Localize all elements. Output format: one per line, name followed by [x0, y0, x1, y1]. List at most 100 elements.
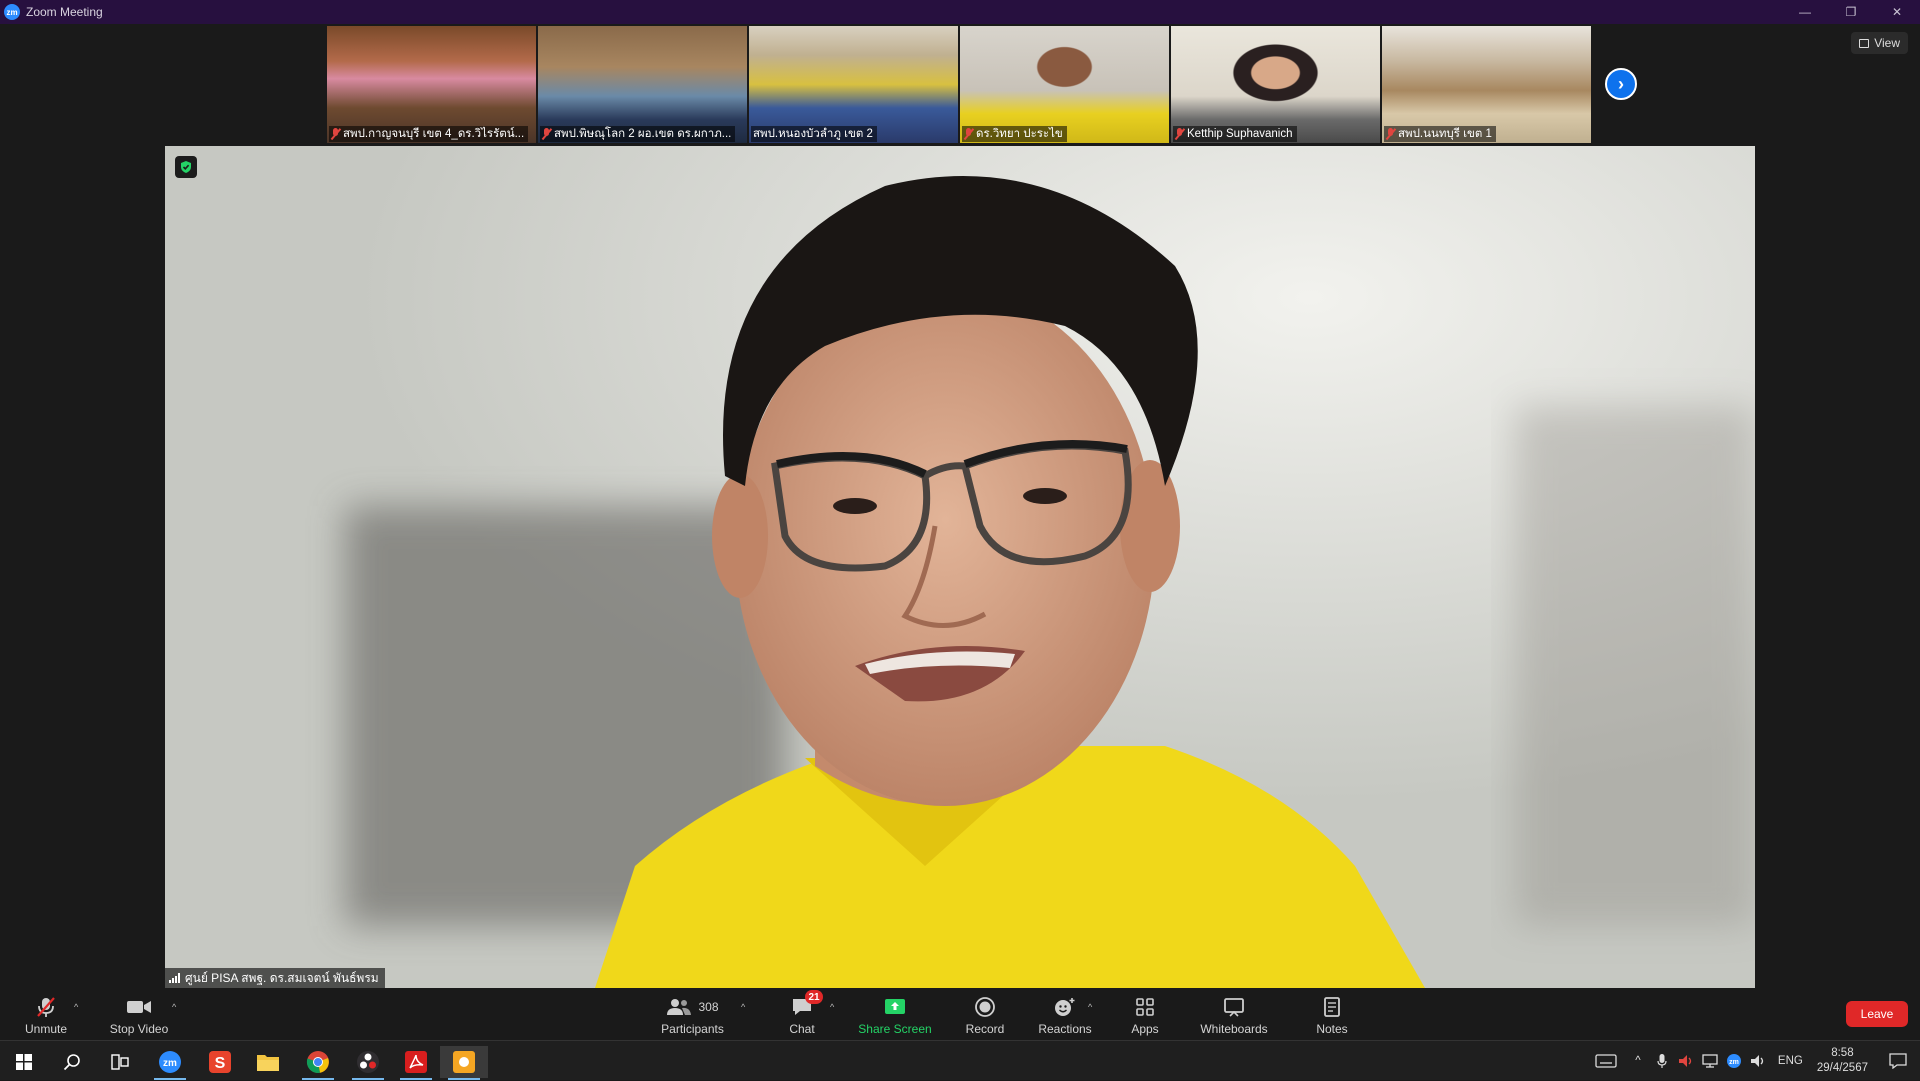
chat-unread-badge: 21: [805, 990, 823, 1004]
participant-name: สพป.นนทบุรี เขต 1: [1398, 128, 1492, 140]
reactions-button[interactable]: Reactions: [1035, 990, 1095, 1040]
record-button[interactable]: Record: [960, 990, 1010, 1040]
chat-options-caret-icon[interactable]: ^: [830, 1002, 834, 1012]
reactions-options-caret-icon[interactable]: ^: [1088, 1002, 1092, 1012]
zoom-logo-icon: zm: [4, 4, 20, 20]
participant-name-tag: สพป.นนทบุรี เขต 1: [1384, 126, 1496, 142]
smiley-plus-icon: [1053, 996, 1077, 1018]
video-camera-icon: [126, 996, 152, 1018]
view-button[interactable]: View: [1851, 32, 1908, 54]
window-controls: — ❐ ✕: [1782, 0, 1920, 24]
active-speaker-video: ศูนย์ PISA สพฐ. ดร.สมเจตน์ พันธ์พรม: [165, 146, 1755, 988]
network-icon[interactable]: [1698, 1041, 1722, 1081]
minimize-button[interactable]: —: [1782, 0, 1828, 24]
task-view-icon[interactable]: [96, 1046, 144, 1078]
chevron-up-icon[interactable]: ^: [1626, 1041, 1650, 1081]
apps-button[interactable]: Apps: [1125, 990, 1165, 1040]
whiteboards-label: Whiteboards: [1200, 1022, 1268, 1036]
meeting-toolbar: Unmute ^ Stop Video ^ 308 Participants ^…: [0, 990, 1920, 1040]
participant-name: สพป.พิษณุโลก 2 ผอ.เขต ดร.ผกาภ...: [554, 128, 732, 140]
acrobat-taskbar-icon[interactable]: [392, 1046, 440, 1080]
whiteboards-button[interactable]: Whiteboards: [1195, 990, 1273, 1040]
mic-muted-icon: [35, 996, 57, 1018]
record-label: Record: [965, 1022, 1005, 1036]
input-language-indicator[interactable]: ENG: [1778, 1055, 1803, 1067]
share-screen-button[interactable]: Share Screen: [857, 990, 933, 1040]
windows-taskbar: zm S ^ zm ENG 8:58 29/4/2567: [0, 1040, 1920, 1080]
mic-muted-icon: [1386, 128, 1395, 140]
participants-count: 308: [698, 1000, 719, 1014]
meeting-app-taskbar-icon[interactable]: [440, 1046, 488, 1080]
participant-thumbnail[interactable]: ดร.วิทยา ปะระไข: [960, 26, 1169, 143]
window-title: Zoom Meeting: [26, 5, 103, 19]
participant-name: ดร.วิทยา ปะระไข: [976, 128, 1063, 140]
restore-button[interactable]: ❐: [1828, 0, 1874, 24]
whiteboard-icon: [1223, 996, 1245, 1018]
mic-muted-icon: [331, 128, 340, 140]
obs-taskbar-icon[interactable]: [344, 1046, 392, 1080]
share-screen-icon: [884, 996, 906, 1018]
video-options-caret-icon[interactable]: ^: [172, 1002, 176, 1012]
chat-bubble-icon: 21: [791, 990, 823, 1018]
search-icon[interactable]: [48, 1046, 96, 1078]
unmute-label: Unmute: [24, 1022, 68, 1036]
apps-label: Apps: [1131, 1022, 1159, 1036]
zoom-taskbar-icon[interactable]: zm: [146, 1046, 194, 1080]
participants-button[interactable]: 308 Participants: [655, 990, 730, 1040]
svg-text:zm: zm: [163, 1058, 177, 1069]
notes-icon: [1323, 996, 1341, 1018]
participant-name: สพป.กาญจนบุรี เขต 4_ดร.วิไรรัตน์...: [343, 128, 525, 140]
speaker-name: ศูนย์ PISA สพฐ. ดร.สมเจตน์ พันธ์พรม: [185, 970, 379, 985]
participant-thumbnail-strip: สพป.กาญจนบุรี เขต 4_ดร.วิไรรัตน์... สพป.…: [327, 26, 1591, 143]
audio-options-caret-icon[interactable]: ^: [74, 1002, 78, 1012]
s-app-taskbar-icon[interactable]: S: [196, 1046, 244, 1078]
participant-name-tag: Ketthip Suphavanich: [1173, 126, 1297, 142]
mic-muted-icon: [1175, 128, 1184, 140]
clock-time: 8:58: [1831, 1047, 1854, 1059]
view-button-label: View: [1874, 36, 1900, 50]
notes-label: Notes: [1316, 1022, 1348, 1036]
participant-name-tag: สพป.กาญจนบุรี เขต 4_ดร.วิไรรัตน์...: [329, 126, 529, 142]
unmute-button[interactable]: Unmute: [16, 990, 76, 1040]
stop-video-label: Stop Video: [109, 1022, 169, 1036]
apps-icon: [1135, 996, 1155, 1018]
participant-thumbnail[interactable]: สพป.หนองบัวลำภู เขต 2: [749, 26, 958, 143]
speaker-red-icon[interactable]: [1674, 1041, 1698, 1081]
participant-thumbnail[interactable]: สพป.นนทบุรี เขต 1: [1382, 26, 1591, 143]
chat-button[interactable]: 21 Chat: [780, 990, 824, 1040]
participant-thumbnail[interactable]: สพป.พิษณุโลก 2 ผอ.เขต ดร.ผกาภ...: [538, 26, 747, 143]
volume-icon[interactable]: [1746, 1041, 1770, 1081]
participant-name: Ketthip Suphavanich: [1187, 128, 1293, 140]
keyboard-icon[interactable]: [1586, 1041, 1626, 1081]
participants-options-caret-icon[interactable]: ^: [741, 1002, 745, 1012]
title-bar: zm Zoom Meeting — ❐ ✕: [0, 0, 1920, 24]
reactions-label: Reactions: [1038, 1022, 1092, 1036]
file-explorer-icon[interactable]: [244, 1046, 292, 1078]
share-screen-label: Share Screen: [858, 1022, 932, 1036]
chrome-taskbar-icon[interactable]: [294, 1046, 342, 1080]
connection-signal-icon: [169, 973, 180, 983]
system-clock[interactable]: 8:58 29/4/2567: [1817, 1046, 1868, 1076]
meeting-area: สพป.กาญจนบุรี เขต 4_ดร.วิไรรัตน์... สพป.…: [0, 24, 1920, 990]
next-page-arrow-button[interactable]: ›: [1605, 68, 1637, 100]
close-button[interactable]: ✕: [1874, 0, 1920, 24]
windows-start-icon[interactable]: [0, 1046, 48, 1078]
stop-video-button[interactable]: Stop Video: [104, 990, 174, 1040]
participant-name-tag: ดร.วิทยา ปะระไข: [962, 126, 1067, 142]
leave-button[interactable]: Leave: [1846, 1001, 1908, 1027]
participant-thumbnail[interactable]: Ketthip Suphavanich: [1171, 26, 1380, 143]
encryption-shield-icon[interactable]: [175, 156, 197, 178]
participant-name-tag: สพป.พิษณุโลก 2 ผอ.เขต ดร.ผกาภ...: [540, 126, 736, 142]
mic-muted-icon: [964, 128, 973, 140]
microphone-icon[interactable]: [1650, 1041, 1674, 1081]
svg-text:zm: zm: [1729, 1059, 1739, 1066]
grid-view-icon: [1859, 38, 1870, 48]
record-icon: [974, 996, 996, 1018]
chat-label: Chat: [789, 1022, 815, 1036]
notification-center-icon[interactable]: [1876, 1041, 1920, 1081]
chevron-right-icon: ›: [1618, 73, 1624, 94]
notes-button[interactable]: Notes: [1310, 990, 1354, 1040]
zoom-tray-icon[interactable]: zm: [1722, 1041, 1746, 1081]
participants-label: Participants: [661, 1022, 724, 1036]
participant-thumbnail[interactable]: สพป.กาญจนบุรี เขต 4_ดร.วิไรรัตน์...: [327, 26, 536, 143]
